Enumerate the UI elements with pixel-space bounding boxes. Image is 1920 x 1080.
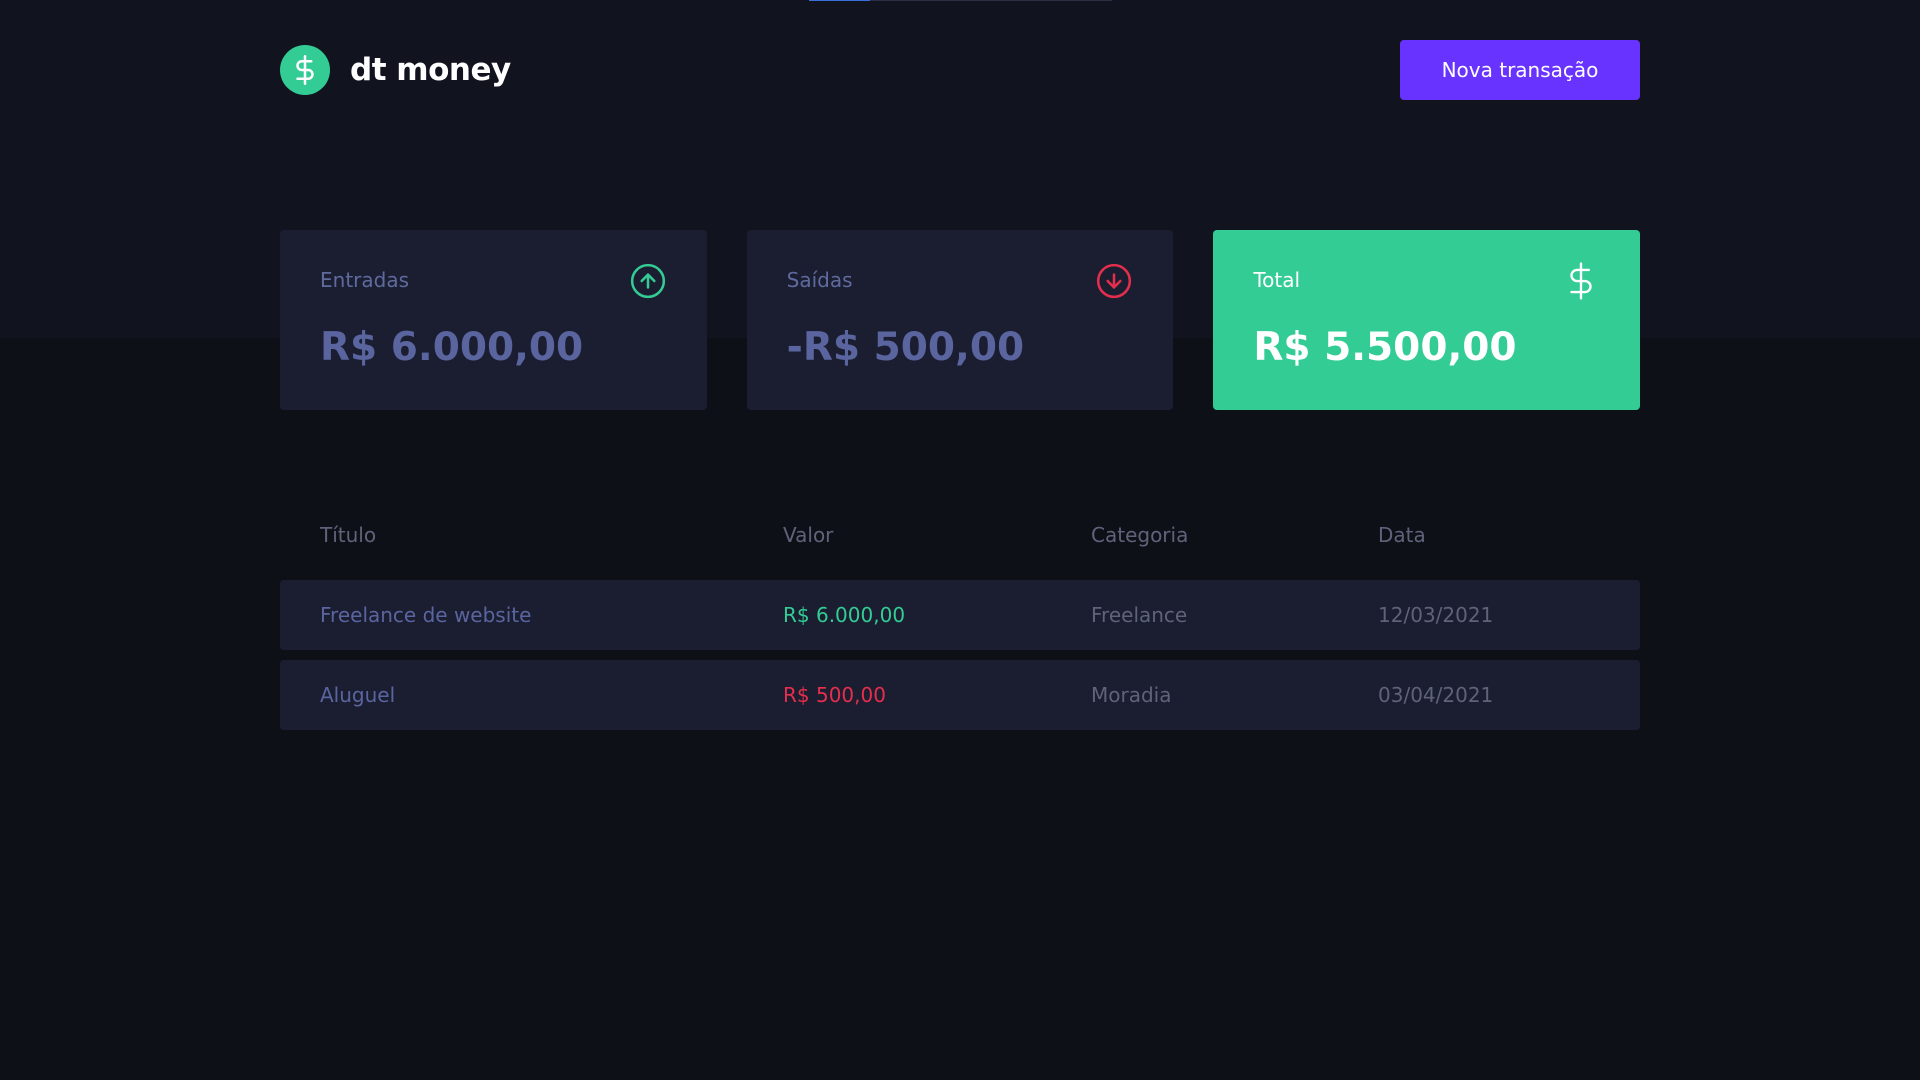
transaction-amount: R$ 500,00	[783, 683, 886, 707]
income-card: Entradas R$ 6.000,00	[280, 230, 707, 410]
summary-cards: Entradas R$ 6.000,00 Saídas -R$ 500,00 T…	[280, 230, 1641, 410]
table-row[interactable]: Aluguel R$ 500,00 Moradia 03/04/2021	[280, 660, 1640, 730]
app-logo[interactable]: dt money	[280, 45, 511, 95]
transaction-title: Freelance de website	[320, 603, 532, 627]
dollar-sign-icon	[1570, 262, 1592, 300]
outcome-label: Saídas	[786, 268, 853, 292]
total-value: R$ 5.500,00	[1253, 325, 1517, 370]
arrow-down-circle-icon	[1097, 263, 1132, 299]
new-transaction-button[interactable]: Nova transação	[1400, 40, 1640, 100]
transaction-category: Freelance	[1091, 603, 1188, 627]
outcome-card: Saídas -R$ 500,00	[746, 230, 1174, 410]
dollar-sign-icon	[280, 45, 330, 95]
transaction-date: 12/03/2021	[1378, 603, 1494, 627]
arrow-up-circle-icon	[630, 263, 665, 299]
total-label: Total	[1253, 268, 1301, 292]
column-header-category: Categoria	[1091, 523, 1189, 547]
app-name: dt money	[350, 52, 511, 88]
income-label: Entradas	[320, 268, 410, 292]
main-container: dt money Nova transação Entradas R$ 6.00…	[280, 0, 1641, 1080]
column-header-title: Título	[320, 523, 377, 547]
transaction-category: Moradia	[1091, 683, 1172, 707]
transaction-amount: R$ 6.000,00	[783, 603, 906, 627]
transaction-date: 03/04/2021	[1378, 683, 1494, 707]
column-header-date: Data	[1378, 523, 1426, 547]
transactions-table: Título Valor Categoria Data Freelance de…	[280, 510, 1640, 730]
table-header: Título Valor Categoria Data	[280, 510, 1640, 560]
total-card: Total R$ 5.500,00	[1213, 230, 1641, 410]
app-header: dt money Nova transação	[280, 40, 1640, 100]
table-row[interactable]: Freelance de website R$ 6.000,00 Freelan…	[280, 580, 1640, 650]
transaction-title: Aluguel	[320, 683, 396, 707]
column-header-amount: Valor	[783, 523, 834, 547]
income-value: R$ 6.000,00	[320, 325, 584, 370]
outcome-value: -R$ 500,00	[786, 325, 1025, 370]
